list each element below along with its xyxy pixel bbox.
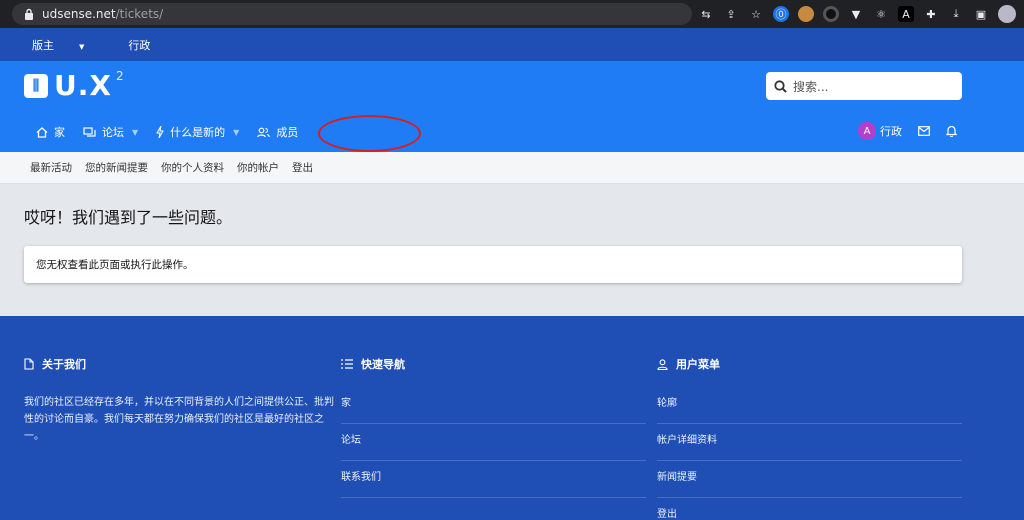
chevron-down-icon: ▼ [79,42,85,51]
error-notice: 您无权查看此页面或执行此操作。 [24,246,962,283]
equalizer-icon: ⫼ [24,73,48,98]
footer-link-forums[interactable]: 论坛 [341,431,646,461]
subnav-item-account[interactable]: 你的帐户 [237,160,279,175]
footer-quick-nav-heading: 快速导航 [341,356,646,372]
user-icon [657,358,668,370]
logo-superscript: 2 [115,68,124,83]
error-message: 您无权查看此页面或执行此操作。 [36,259,194,271]
footer-quick-nav-title: 快速导航 [361,358,405,371]
search-input[interactable]: 搜索... [766,72,962,100]
sub-nav: 最新活动 您的新闻提要 你的个人资料 你的帐户 登出 [0,152,1024,184]
chevron-down-icon[interactable]: ▼ [132,128,138,137]
nav-label: 成员 [276,126,299,139]
password-manager-icon[interactable]: ⓪ [773,6,789,22]
staff-bar: 版主 ▼ 行政 [0,28,1024,61]
user-name-link[interactable]: 行政 [880,123,902,139]
footer-link-contact[interactable]: 联系我们 [341,468,646,498]
subnav-item-latest-activity[interactable]: 最新活动 [30,160,72,175]
vue-devtools-icon[interactable]: ▼ [848,6,864,22]
footer-about-text: 我们的社区已经存在多年，并以在不同背景的人们之间提供公正、批判性的讨论而自豪。我… [24,397,334,442]
avatar[interactable]: A [858,122,876,140]
footer-user-menu-heading: 用户菜单 [657,356,962,372]
main-nav: 家 论坛 ▼ 什么是新的 ▼ 成员 [36,122,316,142]
admin-link[interactable]: 行政 [128,37,150,53]
extensions-puzzle-icon[interactable]: ✚ [923,6,939,22]
record-extension-icon[interactable] [823,6,839,22]
page-title: 哎呀！我们遇到了一些问题。 [24,208,233,227]
forum-icon [83,126,96,137]
url-host: udsense.net [42,7,116,21]
download-icon[interactable]: ⤓ [948,6,964,22]
site-footer: 关于我们 我们的社区已经存在多年，并以在不同背景的人们之间提供公正、批判性的讨论… [0,316,1024,520]
footer-about: 关于我们 我们的社区已经存在多年，并以在不同背景的人们之间提供公正、批判性的讨论… [24,356,334,445]
footer-quick-nav: 快速导航 家 论坛 联系我们 [341,356,646,498]
letter-a-extension-icon[interactable]: A [898,6,914,22]
cookie-extension-icon[interactable] [798,6,814,22]
home-icon [36,126,48,138]
lock-icon [25,8,33,20]
nav-item-members[interactable]: 成员 [257,124,298,140]
subnav-item-logout[interactable]: 登出 [292,160,313,175]
subnav-item-news-feed[interactable]: 您的新闻提要 [85,160,148,175]
chevron-down-icon[interactable]: ▼ [233,128,239,137]
footer-user-menu-title: 用户菜单 [676,358,720,371]
react-devtools-icon[interactable]: ⚛ [873,6,889,22]
footer-link-profile[interactable]: 轮廓 [657,394,962,424]
site-header: ⫼ U.X 2 搜索... 家 论坛 ▼ 什么是新的 ▼ 成员 A 行政 [0,61,1024,152]
share-icon[interactable]: ⇪ [723,6,739,22]
moderator-menu[interactable]: 版主 ▼ [32,37,106,53]
translate-icon[interactable]: ⇆ [698,6,714,22]
moderator-label: 版主 [32,38,54,52]
members-icon [257,127,271,137]
address-bar[interactable]: udsense.net/tickets/ [12,3,692,25]
search-placeholder: 搜索... [793,79,829,94]
search-icon [774,79,787,93]
footer-about-title: 关于我们 [42,358,86,371]
footer-user-menu: 用户菜单 轮廓 帐户详细资料 新闻提要 登出 [657,356,962,520]
footer-link-home[interactable]: 家 [341,394,646,424]
nav-item-whats-new[interactable]: 什么是新的 ▼ [156,124,239,140]
footer-link-news-feed[interactable]: 新闻提要 [657,468,962,498]
bookmark-star-icon[interactable]: ☆ [748,6,764,22]
browser-toolbar: udsense.net/tickets/ ⇆ ⇪ ☆ ⓪ ▼ ⚛ A ✚ ⤓ ▣ [0,0,1024,28]
profile-avatar[interactable] [998,5,1016,23]
nav-label: 家 [54,126,65,139]
footer-about-heading: 关于我们 [24,356,334,372]
list-icon [341,359,353,369]
site-logo[interactable]: ⫼ U.X 2 [24,69,124,102]
logo-text: U.X [54,69,112,102]
user-nav: A 行政 [858,122,957,140]
annotation-ellipse [318,115,421,152]
url-path: /tickets/ [115,7,164,21]
nav-item-home[interactable]: 家 [36,124,65,140]
footer-link-logout[interactable]: 登出 [657,505,962,520]
nav-label: 什么是新的 [170,126,226,139]
bolt-icon [156,126,165,138]
document-icon [24,358,34,370]
footer-link-account-details[interactable]: 帐户详细资料 [657,431,962,461]
bell-icon[interactable] [946,125,957,137]
side-panel-icon[interactable]: ▣ [973,6,989,22]
nav-item-forums[interactable]: 论坛 ▼ [83,124,138,140]
main-content: 哎呀！我们遇到了一些问题。 您无权查看此页面或执行此操作。 [0,184,1024,316]
mail-icon[interactable] [918,126,930,136]
subnav-item-profile[interactable]: 你的个人资料 [161,160,224,175]
nav-label: 论坛 [102,126,124,139]
